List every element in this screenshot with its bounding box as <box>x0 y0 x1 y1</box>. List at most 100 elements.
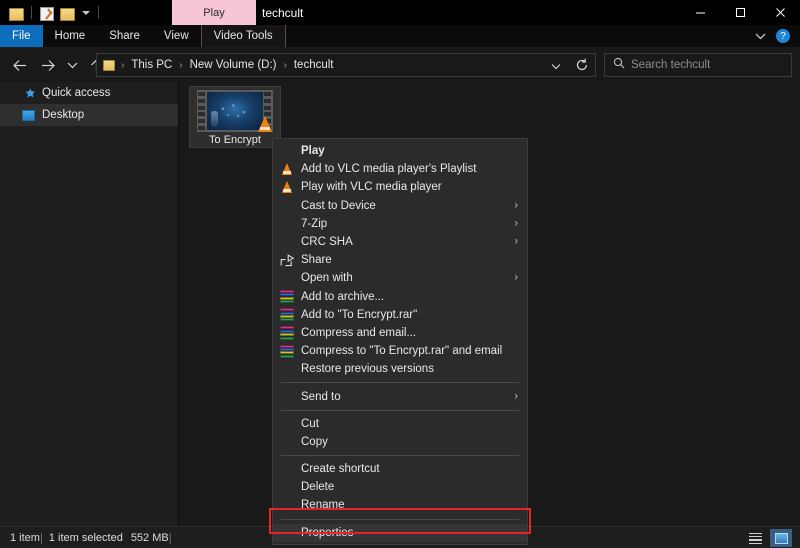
pin-icon <box>22 87 35 100</box>
menu-separator <box>281 455 519 456</box>
breadcrumb[interactable]: › This PC › New Volume (D:) › techcult <box>96 53 596 77</box>
menu-item-label: Add to "To Encrypt.rar" <box>301 309 417 321</box>
menu-item-label: Compress and email... <box>301 327 416 339</box>
tab-home[interactable]: Home <box>43 25 98 47</box>
tab-file[interactable]: File <box>0 25 43 47</box>
menu-item-label: 7-Zip <box>301 218 327 230</box>
contextual-tab-group-play: Play <box>172 0 256 25</box>
menu-item-play[interactable]: Play <box>273 142 527 160</box>
video-thumbnail <box>197 90 273 132</box>
menu-item-rename[interactable]: Rename <box>273 496 527 514</box>
window-controls <box>680 0 800 25</box>
menu-item-label: Copy <box>301 436 328 448</box>
breadcrumb-separator-0[interactable]: › <box>119 60 126 71</box>
list-item[interactable]: To Encrypt <box>189 86 281 148</box>
search-icon <box>613 56 625 74</box>
breadcrumb-folder-icon <box>103 60 115 71</box>
menu-item-label: Play with VLC media player <box>301 181 442 193</box>
menu-item-label: Add to VLC media player's Playlist <box>301 163 476 175</box>
menu-item-send-to[interactable]: Send to › <box>273 387 527 405</box>
menu-item-create-shortcut[interactable]: Create shortcut <box>273 460 527 478</box>
menu-item-label: Send to <box>301 391 341 403</box>
close-button[interactable] <box>760 0 800 25</box>
status-item-count: 1 item <box>0 532 40 544</box>
minimize-button[interactable] <box>680 0 720 25</box>
folder-new-icon[interactable] <box>60 7 74 19</box>
quick-access-toolbar <box>0 0 101 25</box>
breadcrumb-item-this-pc[interactable]: This PC <box>128 59 175 71</box>
breadcrumb-separator-2[interactable]: › <box>282 60 289 71</box>
status-separator-2: | <box>169 532 178 544</box>
menu-item-add-to-rar[interactable]: Add to "To Encrypt.rar" <box>273 306 527 324</box>
contextual-tab-group-label: Play <box>203 7 224 19</box>
search-input[interactable]: Search techcult <box>604 53 792 77</box>
maximize-button[interactable] <box>720 0 760 25</box>
menu-item-properties[interactable]: Properties <box>273 524 527 542</box>
menu-item-delete[interactable]: Delete <box>273 478 527 496</box>
file-explorer-window: Play techcult File Home Share View Video… <box>0 0 800 548</box>
chevron-right-icon: › <box>514 273 518 284</box>
winrar-icon <box>279 343 295 359</box>
back-arrow-icon[interactable] <box>6 51 34 79</box>
refresh-icon[interactable] <box>570 53 594 77</box>
window-title: techcult <box>262 0 303 25</box>
menu-item-compress-to-rar-and-email[interactable]: Compress to "To Encrypt.rar" and email <box>273 342 527 360</box>
monitor-icon <box>22 110 35 121</box>
breadcrumb-item-techcult[interactable]: techcult <box>291 59 337 71</box>
ribbon-expand-chevron-down-icon[interactable] <box>755 27 766 45</box>
large-icons-view-button[interactable] <box>770 529 792 547</box>
breadcrumb-chevron-down-icon[interactable] <box>551 62 561 73</box>
status-separator-1: | <box>40 532 49 544</box>
menu-item-cast-to-device[interactable]: Cast to Device › <box>273 197 527 215</box>
status-size: 552 MB <box>123 532 169 544</box>
thumbnail-image <box>207 92 263 130</box>
ribbon-tab-strip: File Home Share View Video Tools ? <box>0 25 800 47</box>
breadcrumb-separator-1[interactable]: › <box>177 60 184 71</box>
winrar-icon <box>279 307 295 323</box>
list-item-label: To Encrypt <box>209 134 261 146</box>
large-icons-view-icon <box>775 533 788 544</box>
winrar-icon <box>279 325 295 341</box>
menu-item-label: Add to archive... <box>301 291 384 303</box>
menu-item-add-to-vlc-playlist[interactable]: Add to VLC media player's Playlist <box>273 160 527 178</box>
menu-item-add-to-archive[interactable]: Add to archive... <box>273 288 527 306</box>
toolbar-divider <box>31 6 32 19</box>
sidebar-item-desktop[interactable]: Desktop <box>0 104 178 126</box>
menu-item-label: Cast to Device <box>301 200 376 212</box>
menu-item-compress-and-email[interactable]: Compress and email... <box>273 324 527 342</box>
details-view-button[interactable] <box>744 529 766 547</box>
menu-item-crc-sha[interactable]: CRC SHA › <box>273 233 527 251</box>
folder-icon[interactable] <box>9 7 23 19</box>
menu-item-share[interactable]: Share <box>273 251 527 269</box>
tab-video-tools[interactable]: Video Tools <box>201 25 286 47</box>
vlc-icon <box>258 116 272 132</box>
tab-view[interactable]: View <box>152 25 201 47</box>
context-menu: Play Add to VLC media player's Playlist … <box>272 138 528 545</box>
menu-item-play-with-vlc[interactable]: Play with VLC media player <box>273 178 527 196</box>
sidebar-item-label-desktop: Desktop <box>42 109 84 121</box>
menu-item-cut[interactable]: Cut <box>273 415 527 433</box>
title-bar: Play techcult <box>0 0 800 25</box>
menu-item-restore-previous-versions[interactable]: Restore previous versions <box>273 360 527 378</box>
breadcrumb-item-new-volume[interactable]: New Volume (D:) <box>187 59 280 71</box>
menu-item-copy[interactable]: Copy <box>273 433 527 451</box>
menu-item-label: Share <box>301 254 332 266</box>
help-icon[interactable]: ? <box>776 29 790 43</box>
chevron-right-icon: › <box>514 391 518 402</box>
chevron-right-icon: › <box>514 200 518 211</box>
menu-separator <box>281 410 519 411</box>
forward-arrow-icon[interactable] <box>34 51 62 79</box>
chevron-right-icon: › <box>514 237 518 248</box>
menu-item-label: Compress to "To Encrypt.rar" and email <box>301 345 502 357</box>
tab-share[interactable]: Share <box>97 25 152 47</box>
sidebar-item-quick-access[interactable]: Quick access <box>0 82 178 104</box>
recent-locations-chevron-down-icon[interactable] <box>62 51 82 79</box>
menu-separator <box>281 382 519 383</box>
menu-item-open-with[interactable]: Open with › <box>273 269 527 287</box>
menu-item-7-zip[interactable]: 7-Zip › <box>273 215 527 233</box>
vlc-icon <box>279 161 295 177</box>
toolbar-divider-2 <box>98 6 99 19</box>
customize-quick-access-chevron-down-icon[interactable] <box>82 11 90 15</box>
folder-properties-icon[interactable] <box>40 7 54 19</box>
navigation-pane: Quick access Desktop <box>0 82 178 526</box>
